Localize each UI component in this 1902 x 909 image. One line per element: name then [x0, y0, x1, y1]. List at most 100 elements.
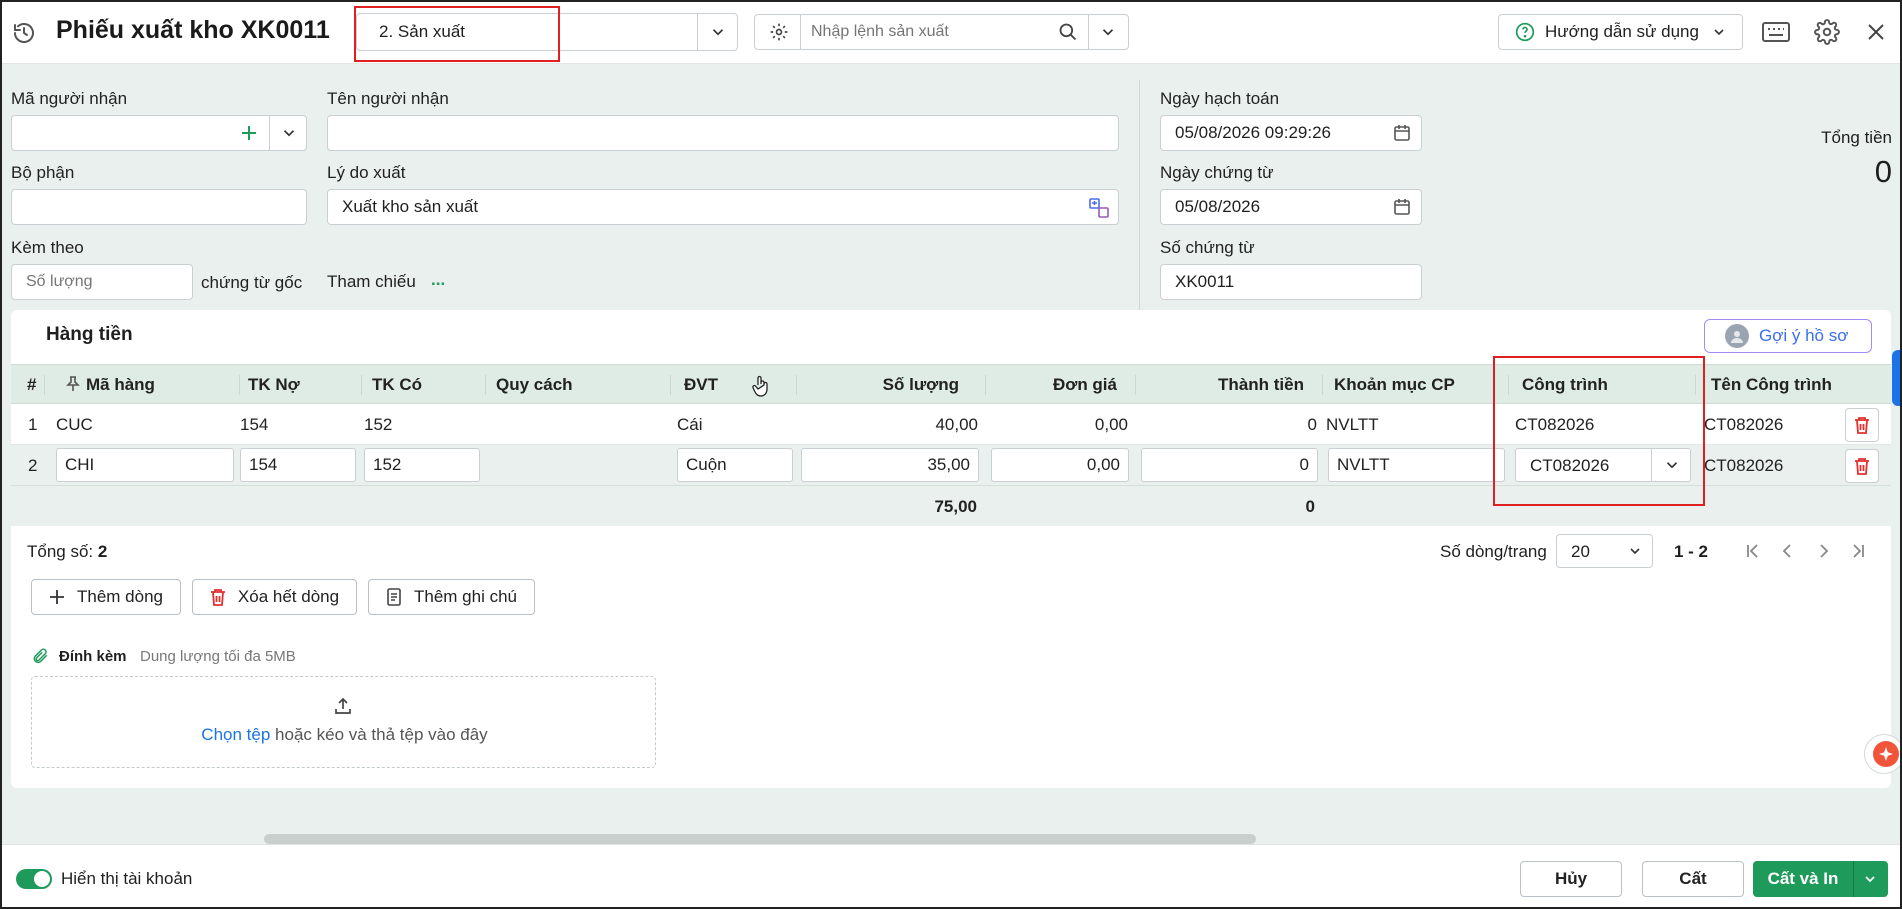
prev-page-icon[interactable] — [1779, 542, 1797, 560]
delete-row-button[interactable] — [1845, 449, 1879, 483]
suggest-profile-label: Gợi ý hồ sơ — [1759, 326, 1849, 345]
col-amount[interactable]: Thành tiền — [1141, 365, 1304, 405]
horizontal-scrollbar[interactable] — [264, 834, 1256, 844]
col-unit[interactable]: ĐVT — [684, 365, 718, 405]
settings-icon[interactable] — [1814, 19, 1840, 45]
col-qty[interactable]: Số lượng — [801, 365, 959, 405]
doc-number-value: XK0011 — [1175, 272, 1235, 291]
last-page-icon[interactable] — [1849, 542, 1867, 560]
page-title: Phiếu xuất kho XK0011 — [56, 16, 330, 44]
translate-icon[interactable] — [1088, 197, 1110, 219]
total-label: Tổng tiền — [1821, 128, 1892, 147]
price-cell[interactable]: 0,00 — [991, 415, 1128, 435]
first-page-icon[interactable] — [1744, 542, 1762, 560]
side-panel-handle[interactable] — [1892, 350, 1900, 406]
recipient-code-field[interactable] — [11, 115, 307, 151]
ai-assistant-button[interactable] — [1864, 734, 1900, 774]
total-qty: 75,00 — [934, 497, 977, 516]
col-spec[interactable]: Quy cách — [496, 365, 573, 405]
price-input[interactable]: 0,00 — [991, 448, 1129, 482]
production-order-input[interactable] — [811, 21, 1051, 43]
qty-input[interactable]: 35,00 — [801, 448, 979, 482]
attached-quantity-input[interactable] — [26, 273, 176, 291]
credit-input[interactable]: 152 — [364, 448, 480, 482]
chevron-down-icon[interactable] — [280, 124, 298, 142]
next-page-icon[interactable] — [1814, 542, 1832, 560]
doc-date-field[interactable]: 05/08/2026 — [1160, 189, 1422, 225]
reason-field[interactable]: Xuất kho sản xuất — [327, 189, 1119, 225]
trash-icon — [210, 589, 225, 606]
cost-item-input[interactable]: NVLTT — [1328, 448, 1505, 482]
chevron-down-icon[interactable] — [1099, 23, 1117, 41]
suggest-profile-button[interactable]: Gợi ý hồ sơ — [1704, 319, 1872, 353]
delete-row-button[interactable] — [1845, 408, 1879, 442]
keyboard-icon[interactable] — [1762, 21, 1790, 43]
item-code-input[interactable]: CHI — [56, 448, 234, 482]
plus-icon[interactable] — [240, 124, 258, 142]
col-cost-item[interactable]: Khoản mục CP — [1334, 365, 1455, 405]
add-row-button[interactable]: Thêm dòng — [31, 579, 181, 615]
posting-date-value: 05/08/2026 09:29:26 — [1175, 123, 1331, 142]
choose-file-link[interactable]: Chọn tệp — [201, 725, 270, 744]
cost-item-cell[interactable]: NVLTT — [1326, 415, 1379, 435]
qty-cell[interactable]: 40,00 — [801, 415, 978, 435]
gear-icon[interactable] — [769, 22, 789, 42]
calendar-icon[interactable] — [1393, 124, 1411, 142]
unit-cell[interactable]: Cái — [677, 415, 703, 435]
production-order-search[interactable] — [754, 14, 1129, 50]
col-item-code[interactable]: Mã hàng — [86, 365, 155, 405]
attached-quantity-field[interactable] — [11, 264, 193, 300]
row-num: 2 — [28, 456, 38, 475]
reference-more-link[interactable]: ... — [431, 270, 445, 290]
add-note-button[interactable]: Thêm ghi chú — [368, 579, 535, 615]
doc-date-value: 05/08/2026 — [1175, 197, 1261, 216]
col-price[interactable]: Đơn giá — [991, 365, 1117, 405]
col-credit[interactable]: TK Có — [372, 365, 422, 405]
unit-input[interactable]: Cuộn — [677, 448, 793, 482]
divider — [485, 375, 486, 395]
close-icon[interactable] — [1866, 22, 1886, 42]
divider — [1322, 375, 1323, 395]
form-area: Mã người nhận Tên người nhận Bộ phận Lý … — [2, 64, 1900, 844]
department-field[interactable] — [11, 189, 307, 225]
item-code-cell[interactable]: CUC — [56, 415, 93, 435]
col-debit[interactable]: TK Nợ — [248, 365, 300, 405]
pin-icon[interactable] — [66, 376, 80, 392]
add-note-label: Thêm ghi chú — [414, 587, 517, 606]
history-icon[interactable] — [12, 21, 36, 45]
credit-cell[interactable]: 152 — [364, 415, 392, 435]
help-button[interactable]: Hướng dẫn sử dụng — [1498, 14, 1743, 50]
attached-label: Kèm theo — [11, 238, 84, 257]
file-dropzone[interactable]: Chọn tệp hoặc kéo và thả tệp vào đây — [31, 676, 656, 768]
calendar-icon[interactable] — [1393, 198, 1411, 216]
hand-cursor-icon — [752, 375, 770, 397]
cancel-button[interactable]: Hủy — [1520, 861, 1622, 897]
doc-number-field[interactable]: XK0011 — [1160, 264, 1422, 300]
col-project-name[interactable]: Tên Công trình — [1711, 365, 1832, 405]
delete-all-rows-button[interactable]: Xóa hết dòng — [192, 579, 357, 615]
chevron-down-icon[interactable] — [709, 23, 727, 41]
rows-per-page-select[interactable]: 20 — [1556, 534, 1653, 568]
posting-date-label: Ngày hạch toán — [1160, 89, 1280, 108]
search-icon[interactable] — [1058, 22, 1078, 42]
project-name-cell: CT082026 — [1704, 415, 1784, 434]
debit-input[interactable]: 154 — [240, 448, 356, 482]
save-print-button[interactable]: Cất và In — [1753, 861, 1853, 897]
amount-input[interactable]: 0 — [1141, 448, 1318, 482]
original-docs-label: chứng từ gốc — [201, 273, 303, 292]
recipient-name-field[interactable] — [327, 115, 1119, 151]
project-name-cell: CT082026 — [1704, 456, 1784, 475]
toggle-knob — [34, 871, 50, 887]
chevron-down-icon[interactable] — [1862, 871, 1878, 887]
posting-date-field[interactable]: 05/08/2026 09:29:26 — [1160, 115, 1422, 151]
reference-label: Tham chiếu — [327, 272, 416, 291]
doc-number-label: Số chứng từ — [1160, 238, 1255, 257]
divider — [800, 15, 801, 49]
amount-cell[interactable]: 0 — [1141, 415, 1317, 435]
avatar — [1725, 324, 1749, 348]
divider — [44, 375, 45, 395]
show-account-toggle[interactable] — [16, 869, 52, 889]
divider — [1135, 375, 1136, 395]
debit-cell[interactable]: 154 — [240, 415, 268, 435]
save-button[interactable]: Cất — [1642, 861, 1744, 897]
